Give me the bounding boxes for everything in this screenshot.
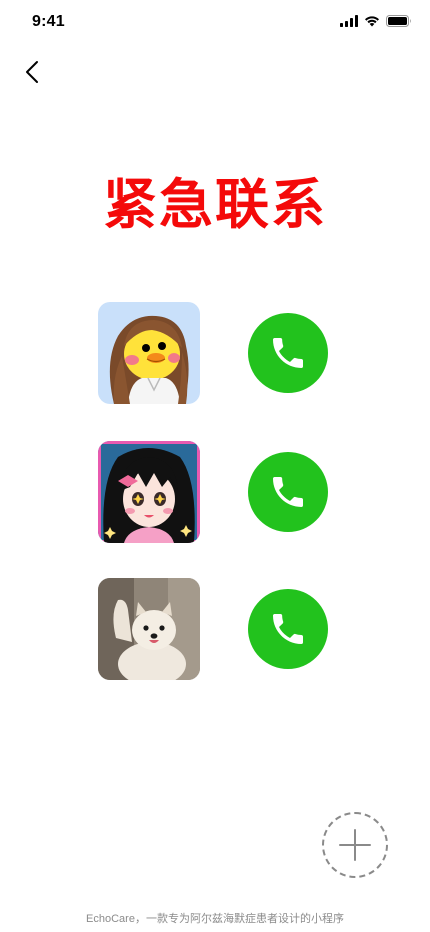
battery-icon — [386, 15, 411, 27]
anime-girl-avatar[interactable] — [98, 441, 200, 543]
contact-row — [98, 441, 338, 543]
wifi-icon — [365, 16, 379, 27]
phone-icon — [273, 614, 303, 644]
duck-girl-avatar[interactable] — [98, 302, 200, 404]
call-button[interactable] — [248, 589, 328, 669]
signal-icon — [340, 15, 358, 27]
footer-text: EchoCare，一款专为阿尔兹海默症患者设计的小程序 — [86, 913, 344, 925]
chevron-left-icon — [26, 61, 38, 83]
page-title: 紧急联系 — [103, 173, 327, 236]
add-contact-button[interactable] — [322, 812, 388, 878]
phone-icon — [273, 477, 303, 507]
contact-row — [98, 578, 338, 680]
back-button[interactable] — [16, 56, 48, 88]
status-bar: 9:41 — [0, 0, 430, 44]
contact-row — [98, 302, 338, 404]
call-button[interactable] — [248, 313, 328, 393]
call-button[interactable] — [248, 452, 328, 532]
phone-icon — [273, 338, 303, 368]
status-time: 9:41 — [32, 13, 65, 30]
puppy-avatar[interactable] — [98, 578, 200, 680]
status-icons — [340, 15, 412, 27]
plus-icon — [339, 829, 371, 861]
